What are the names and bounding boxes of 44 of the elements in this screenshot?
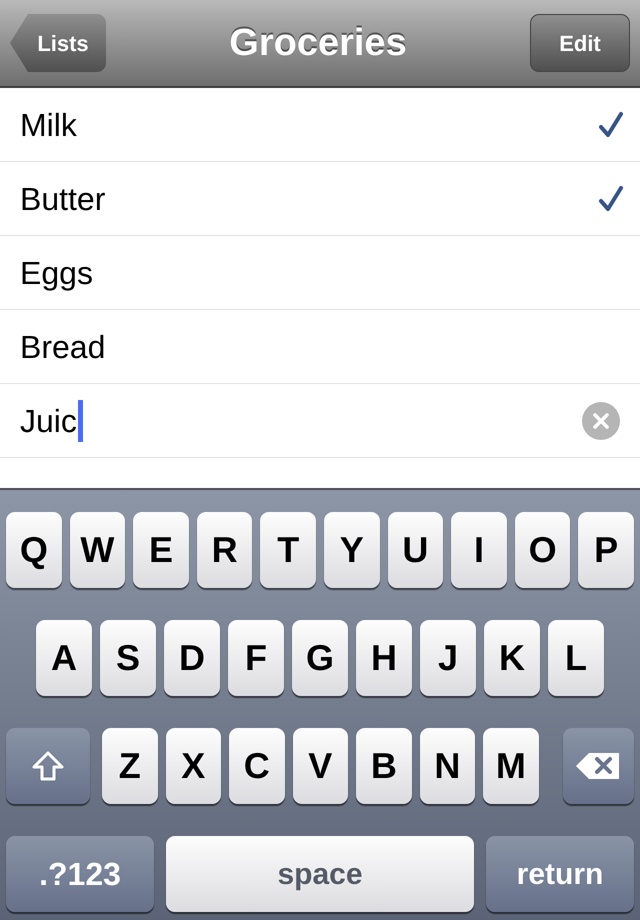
edit-button[interactable]: Edit [530, 14, 630, 72]
letter-key[interactable]: K [484, 620, 540, 696]
letter-key[interactable]: Q [6, 512, 62, 588]
letter-key[interactable]: H [356, 620, 412, 696]
letter-key[interactable]: T [260, 512, 316, 588]
letter-key[interactable]: U [388, 512, 444, 588]
space-key[interactable]: space [166, 836, 474, 912]
item-label: Bread [20, 328, 106, 366]
item-input-field[interactable]: Juic [20, 398, 83, 442]
letter-key[interactable]: Y [324, 512, 380, 588]
letter-key[interactable]: W [70, 512, 126, 588]
letter-key[interactable]: O [514, 512, 570, 588]
window-title: Groceries [229, 20, 407, 66]
text-cursor [78, 400, 83, 442]
letter-key[interactable]: P [578, 512, 634, 588]
letter-key[interactable]: L [548, 620, 604, 696]
letter-key[interactable]: X [166, 728, 222, 804]
letter-key[interactable]: E [133, 512, 189, 588]
backspace-icon [575, 752, 622, 780]
delete-key[interactable] [562, 728, 634, 804]
numbers-key[interactable]: .?123 [6, 836, 154, 912]
shift-key[interactable] [6, 728, 90, 804]
letter-key[interactable]: B [356, 728, 412, 804]
item-label: Milk [20, 106, 77, 144]
return-key[interactable]: return [486, 836, 634, 912]
letter-key[interactable]: R [196, 512, 252, 588]
letter-key[interactable]: N [420, 728, 476, 804]
checkmark-icon [598, 184, 624, 212]
letter-key[interactable]: G [292, 620, 348, 696]
letter-key[interactable]: A [36, 620, 92, 696]
letter-key[interactable]: M [483, 728, 539, 804]
letter-key[interactable]: F [228, 620, 284, 696]
shift-arrow-icon [31, 750, 65, 782]
checkmark-icon [598, 110, 624, 138]
back-button[interactable]: Lists [10, 14, 106, 72]
letter-key[interactable]: D [164, 620, 220, 696]
letter-key[interactable]: J [420, 620, 476, 696]
letter-key[interactable]: C [229, 728, 285, 804]
item-label: Butter [20, 180, 106, 218]
letter-key[interactable]: Z [102, 728, 158, 804]
item-label: Eggs [20, 254, 93, 293]
letter-key[interactable]: I [451, 512, 507, 588]
letter-key[interactable]: S [100, 620, 156, 696]
letter-key[interactable]: V [292, 728, 348, 804]
